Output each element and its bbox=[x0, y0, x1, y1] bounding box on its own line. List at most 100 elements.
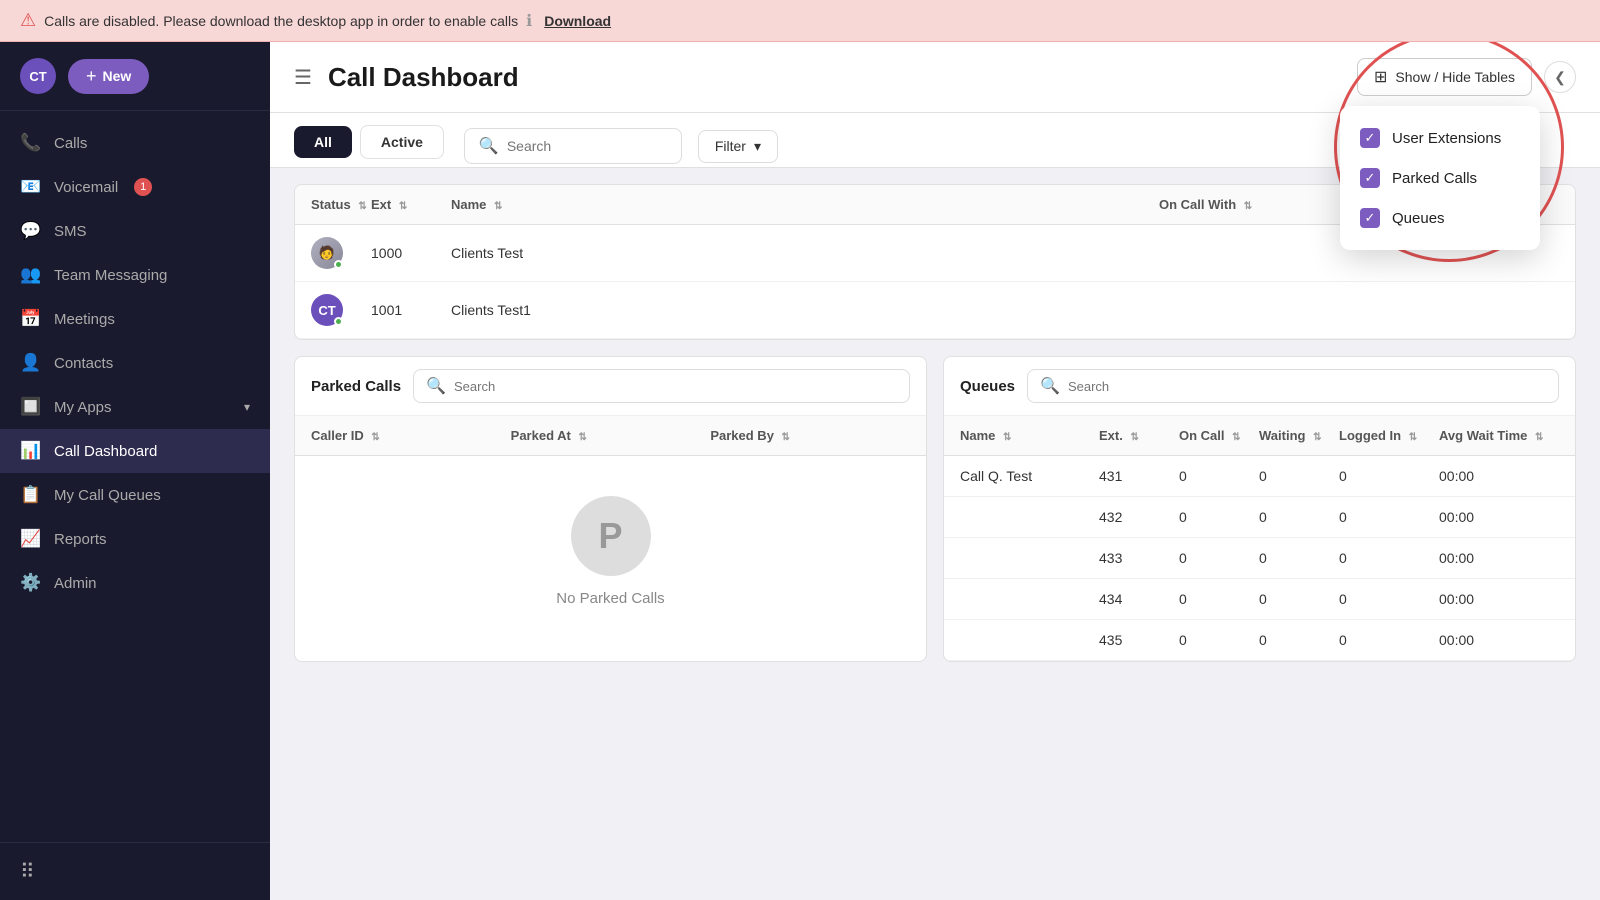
sidebar-item-reports[interactable]: 📈 Reports bbox=[0, 517, 270, 561]
dropdown-label-parked-calls: Parked Calls bbox=[1392, 170, 1477, 187]
show-hide-tables-button[interactable]: ⊞ Show / Hide Tables bbox=[1357, 58, 1532, 96]
queues-search-input[interactable] bbox=[1068, 379, 1546, 394]
contacts-icon: 👤 bbox=[20, 353, 42, 373]
col-queue-name[interactable]: Name ⇅ bbox=[960, 428, 1099, 443]
parked-calls-search-box: 🔍 bbox=[413, 369, 910, 403]
user-avatar: CT bbox=[311, 294, 343, 326]
col-queue-waiting[interactable]: Waiting ⇅ bbox=[1259, 428, 1339, 443]
sidebar-item-calls[interactable]: 📞 Calls bbox=[0, 121, 270, 165]
queue-waiting: 0 bbox=[1259, 591, 1339, 607]
row-status: 🧑 bbox=[311, 237, 371, 269]
collapse-sidebar-button[interactable]: ❮ bbox=[1544, 61, 1576, 93]
col-name[interactable]: Name ⇅ bbox=[451, 197, 1159, 212]
calls-icon: 📞 bbox=[20, 133, 42, 153]
tab-all[interactable]: All bbox=[294, 126, 352, 158]
queue-ext: 432 bbox=[1099, 509, 1179, 525]
search-icon: 🔍 bbox=[426, 376, 446, 396]
row-name: Clients Test bbox=[451, 245, 1159, 261]
search-icon: 🔍 bbox=[1040, 376, 1060, 396]
sidebar-item-voicemail[interactable]: 📧 Voicemail 1 bbox=[0, 165, 270, 209]
page-title: Call Dashboard bbox=[328, 62, 1341, 93]
queue-logged-in: 0 bbox=[1339, 550, 1439, 566]
sidebar-bottom: ⠿ bbox=[0, 842, 270, 900]
my-call-queues-icon: 📋 bbox=[20, 485, 42, 505]
sidebar-item-label: My Call Queues bbox=[54, 487, 161, 504]
sidebar-item-meetings[interactable]: 📅 Meetings bbox=[0, 297, 270, 341]
parked-calls-search-input[interactable] bbox=[454, 379, 897, 394]
queues-search-box: 🔍 bbox=[1027, 369, 1559, 403]
col-queue-on-call[interactable]: On Call ⇅ bbox=[1179, 428, 1259, 443]
col-queue-logged-in[interactable]: Logged In ⇅ bbox=[1339, 428, 1439, 443]
col-parked-by[interactable]: Parked By ⇅ bbox=[710, 428, 910, 443]
parked-calls-empty-text: No Parked Calls bbox=[556, 590, 664, 607]
queue-on-call: 0 bbox=[1179, 509, 1259, 525]
filter-button[interactable]: Filter ▾ bbox=[698, 130, 778, 163]
table-icon: ⊞ bbox=[1374, 67, 1387, 87]
voicemail-badge: 1 bbox=[134, 178, 152, 196]
queue-ext: 433 bbox=[1099, 550, 1179, 566]
dropdown-label-queues: Queues bbox=[1392, 210, 1445, 227]
tab-active[interactable]: Active bbox=[360, 125, 444, 159]
dropdown-item-user-extensions[interactable]: ✓ User Extensions bbox=[1340, 118, 1540, 158]
info-icon[interactable]: ℹ bbox=[526, 11, 532, 31]
queue-ext: 435 bbox=[1099, 632, 1179, 648]
admin-icon: ⚙️ bbox=[20, 573, 42, 593]
checkbox-parked-calls[interactable]: ✓ bbox=[1360, 168, 1380, 188]
col-status[interactable]: Status ⇅ bbox=[311, 197, 371, 212]
queue-on-call: 0 bbox=[1179, 632, 1259, 648]
queues-title: Queues bbox=[960, 378, 1015, 395]
row-status: CT bbox=[311, 294, 371, 326]
table-row: 432 0 0 0 00:00 bbox=[944, 497, 1575, 538]
sidebar: CT + New 📞 Calls 📧 Voicemail 1 💬 SMS 👥 bbox=[0, 42, 270, 900]
warning-text: Calls are disabled. Please download the … bbox=[44, 13, 518, 29]
sidebar-item-my-apps[interactable]: 🔲 My Apps ▾ bbox=[0, 385, 270, 429]
filter-chevron-icon: ▾ bbox=[754, 138, 761, 155]
new-button[interactable]: + New bbox=[68, 59, 149, 94]
sidebar-item-label: Admin bbox=[54, 575, 97, 592]
checkbox-queues[interactable]: ✓ bbox=[1360, 208, 1380, 228]
dropdown-item-queues[interactable]: ✓ Queues bbox=[1340, 198, 1540, 238]
main-search-box: 🔍 bbox=[464, 128, 682, 164]
download-link[interactable]: Download bbox=[544, 13, 611, 29]
col-queue-ext[interactable]: Ext. ⇅ bbox=[1099, 428, 1179, 443]
sidebar-item-sms[interactable]: 💬 SMS bbox=[0, 209, 270, 253]
sidebar-item-team-messaging[interactable]: 👥 Team Messaging bbox=[0, 253, 270, 297]
sms-icon: 💬 bbox=[20, 221, 42, 241]
col-caller-id[interactable]: Caller ID ⇅ bbox=[311, 428, 511, 443]
queue-logged-in: 0 bbox=[1339, 591, 1439, 607]
dropdown-item-parked-calls[interactable]: ✓ Parked Calls bbox=[1340, 158, 1540, 198]
empty-parked-icon: P bbox=[571, 496, 651, 576]
sidebar-item-call-dashboard[interactable]: 📊 Call Dashboard bbox=[0, 429, 270, 473]
queues-header: Queues 🔍 bbox=[944, 357, 1575, 416]
sidebar-nav: 📞 Calls 📧 Voicemail 1 💬 SMS 👥 Team Messa… bbox=[0, 111, 270, 842]
sidebar-item-my-call-queues[interactable]: 📋 My Call Queues bbox=[0, 473, 270, 517]
parked-calls-header: Parked Calls 🔍 bbox=[295, 357, 926, 416]
parked-calls-title: Parked Calls bbox=[311, 378, 401, 395]
hamburger-icon[interactable]: ☰ bbox=[294, 65, 312, 90]
sidebar-item-admin[interactable]: ⚙️ Admin bbox=[0, 561, 270, 605]
main-search-input[interactable] bbox=[507, 138, 667, 154]
col-ext[interactable]: Ext ⇅ bbox=[371, 197, 451, 212]
queue-on-call: 0 bbox=[1179, 591, 1259, 607]
sidebar-header: CT + New bbox=[0, 42, 270, 111]
show-hide-dropdown: ✓ User Extensions ✓ Parked Calls ✓ Queue… bbox=[1340, 106, 1540, 250]
dropdown-label-user-extensions: User Extensions bbox=[1392, 130, 1501, 147]
search-icon: 🔍 bbox=[479, 136, 499, 156]
col-on-call-with[interactable]: On Call With ⇅ bbox=[1159, 197, 1359, 212]
queue-on-call: 0 bbox=[1179, 468, 1259, 484]
filter-label: Filter bbox=[715, 138, 746, 154]
checkbox-user-extensions[interactable]: ✓ bbox=[1360, 128, 1380, 148]
sidebar-item-contacts[interactable]: 👤 Contacts bbox=[0, 341, 270, 385]
meetings-icon: 📅 bbox=[20, 309, 42, 329]
table-row: 435 0 0 0 00:00 bbox=[944, 620, 1575, 661]
queue-avg-wait: 00:00 bbox=[1439, 591, 1559, 607]
chevron-down-icon: ▾ bbox=[244, 400, 250, 414]
table-row: Call Q. Test 431 0 0 0 00:00 bbox=[944, 456, 1575, 497]
col-queue-avg-wait[interactable]: Avg Wait Time ⇅ bbox=[1439, 428, 1559, 443]
sidebar-item-label: Contacts bbox=[54, 355, 113, 372]
col-parked-at[interactable]: Parked At ⇅ bbox=[511, 428, 711, 443]
voicemail-icon: 📧 bbox=[20, 177, 42, 197]
my-apps-icon: 🔲 bbox=[20, 397, 42, 417]
sidebar-item-label: Calls bbox=[54, 135, 87, 152]
grid-icon[interactable]: ⠿ bbox=[20, 861, 35, 883]
